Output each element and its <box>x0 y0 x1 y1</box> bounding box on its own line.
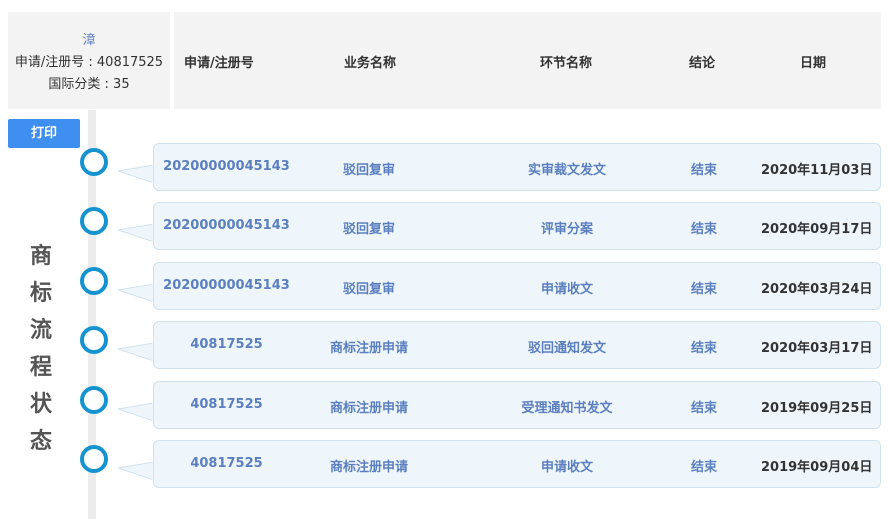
row-result: 结束 <box>690 401 717 416</box>
row-regno: 40817525 <box>190 456 263 471</box>
row-result: 结束 <box>690 460 717 475</box>
row-date: 2019年09月25日 <box>761 401 873 416</box>
status-card: 20200000045143 驳回复审 实审裁文发文 结束 2020年11月03… <box>153 143 881 191</box>
row-step: 申请收文 <box>540 282 593 297</box>
table-header: 申请/注册号 业务名称 环节名称 结论 日期 <box>174 12 881 109</box>
trademark-class: 国际分类 : 35 <box>48 77 130 92</box>
timeline-node-icon <box>80 445 108 473</box>
header-date: 日期 <box>799 56 826 71</box>
header-step: 环节名称 <box>539 56 592 71</box>
timeline-node-icon <box>80 267 108 295</box>
row-business: 商标注册申请 <box>329 460 408 475</box>
status-card: 20200000045143 驳回复审 申请收文 结束 2020年03月24日 <box>153 262 881 310</box>
row-business: 驳回复审 <box>342 163 395 178</box>
row-date: 2020年09月17日 <box>761 222 873 237</box>
row-business: 驳回复审 <box>342 282 395 297</box>
timeline-row: 20200000045143 驳回复审 申请收文 结束 2020年03月24日 <box>0 262 890 312</box>
status-card: 40817525 商标注册申请 申请收文 结束 2019年09月04日 <box>153 440 881 488</box>
timeline-node-icon <box>80 326 108 354</box>
row-date: 2020年03月17日 <box>761 341 873 356</box>
row-regno: 40817525 <box>190 337 263 352</box>
row-result: 结束 <box>690 282 717 297</box>
row-regno: 20200000045143 <box>163 278 290 293</box>
timeline-node-icon <box>80 386 108 414</box>
row-business: 商标注册申请 <box>329 341 408 356</box>
row-date: 2019年09月04日 <box>761 460 873 475</box>
row-regno: 40817525 <box>190 397 263 412</box>
timeline-node-icon <box>80 207 108 235</box>
row-step: 实审裁文发文 <box>527 163 606 178</box>
row-business: 商标注册申请 <box>329 401 408 416</box>
row-result: 结束 <box>690 163 717 178</box>
trademark-info-box: 漳 申请/注册号 : 40817525 国际分类 : 35 <box>8 12 170 109</box>
header-regno: 申请/注册号 <box>184 56 254 71</box>
status-card: 40817525 商标注册申请 受理通知书发文 结束 2019年09月25日 <box>153 381 881 429</box>
status-card: 20200000045143 驳回复审 评审分案 结束 2020年09月17日 <box>153 202 881 250</box>
header-result: 结论 <box>688 56 715 71</box>
row-date: 2020年03月24日 <box>761 282 873 297</box>
row-step: 申请收文 <box>540 460 593 475</box>
row-business: 驳回复审 <box>342 222 395 237</box>
trademark-name: 漳 <box>82 33 96 48</box>
timeline-row: 40817525 商标注册申请 驳回通知发文 结束 2020年03月17日 <box>0 321 890 371</box>
row-step: 受理通知书发文 <box>521 401 613 416</box>
row-step: 评审分案 <box>540 222 593 237</box>
timeline-row: 40817525 商标注册申请 申请收文 结束 2019年09月04日 <box>0 440 890 490</box>
status-card: 40817525 商标注册申请 驳回通知发文 结束 2020年03月17日 <box>153 321 881 369</box>
timeline-row: 40817525 商标注册申请 受理通知书发文 结束 2019年09月25日 <box>0 381 890 431</box>
timeline-row: 20200000045143 驳回复审 实审裁文发文 结束 2020年11月03… <box>0 143 890 193</box>
timeline-node-icon <box>80 148 108 176</box>
row-regno: 20200000045143 <box>163 218 290 233</box>
timeline-row: 20200000045143 驳回复审 评审分案 结束 2020年09月17日 <box>0 202 890 252</box>
header-business: 业务名称 <box>343 56 396 71</box>
row-result: 结束 <box>690 222 717 237</box>
trademark-regno: 申请/注册号 : 40817525 <box>14 55 164 70</box>
row-step: 驳回通知发文 <box>527 341 606 356</box>
row-result: 结束 <box>690 341 717 356</box>
row-regno: 20200000045143 <box>163 159 290 174</box>
row-date: 2020年11月03日 <box>761 163 873 178</box>
